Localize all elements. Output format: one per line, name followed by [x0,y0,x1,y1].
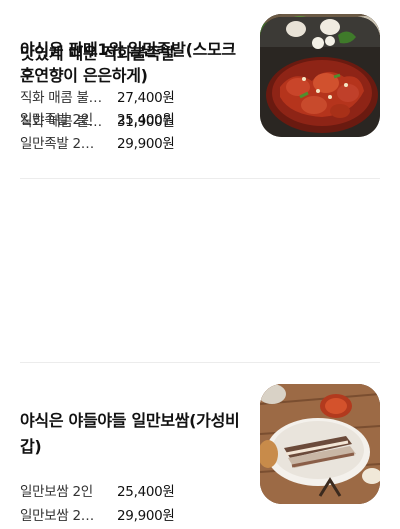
spicy-grilled-jokbal-photo[interactable] [260,17,380,137]
divider [20,362,380,363]
option-name: 직화 매콤 불… [20,89,102,106]
menu-item-info: 야식은 야들야들 일만보쌈(가성비 갑) 일만보쌈 2인 25,400원 일만보… [20,368,248,527]
menu-list: 야식은 판매1위 일만족발(스모크 훈연향이 은은하게) 일만족발 2인 25,… [0,0,400,529]
menu-item-info: 맛있게 매운 직화불족발 직화 매콤 불… 27,400원 직화 매콤 불… 3… [20,0,248,133]
menu-item-title: 야식은 야들야들 일만보쌈(가성비 갑) [20,411,240,456]
option-price: 25,400원 [117,483,175,500]
option-row: 직화 매콤 불… 27,400원 [20,85,248,106]
option-name: 일만보쌈 2인 [20,483,93,500]
option-name: 직화 매콤 불… [20,113,102,130]
bossam-photo[interactable] [260,384,380,504]
spicy-jokbal-image [260,17,380,137]
option-row: 일만보쌈 2… 29,900원 [20,503,248,524]
option-price: 27,400원 [117,89,175,106]
option-price: 31,900원 [117,113,175,130]
option-row: 일만보쌈 2인 25,400원 [20,479,248,500]
option-row: 직화 매콤 불… 31,900원 [20,109,248,130]
option-list: 일만보쌈 2인 25,400원 일만보쌈 2… 29,900원 [20,479,248,524]
divider [20,178,380,179]
menu-item[interactable]: 맛있게 매운 직화불족발 직화 매콤 불… 27,400원 직화 매콤 불… 3… [20,0,380,140]
bossam-image [260,384,380,504]
option-name: 일만보쌈 2… [20,507,94,524]
menu-item-title: 맛있게 매운 직화불족발 [20,44,175,63]
option-list: 직화 매콤 불… 27,400원 직화 매콤 불… 31,900원 [20,85,248,130]
option-price: 29,900원 [117,507,175,524]
menu-item[interactable]: 야식은 야들야들 일만보쌈(가성비 갑) 일만보쌈 2인 25,400원 일만보… [20,368,380,524]
